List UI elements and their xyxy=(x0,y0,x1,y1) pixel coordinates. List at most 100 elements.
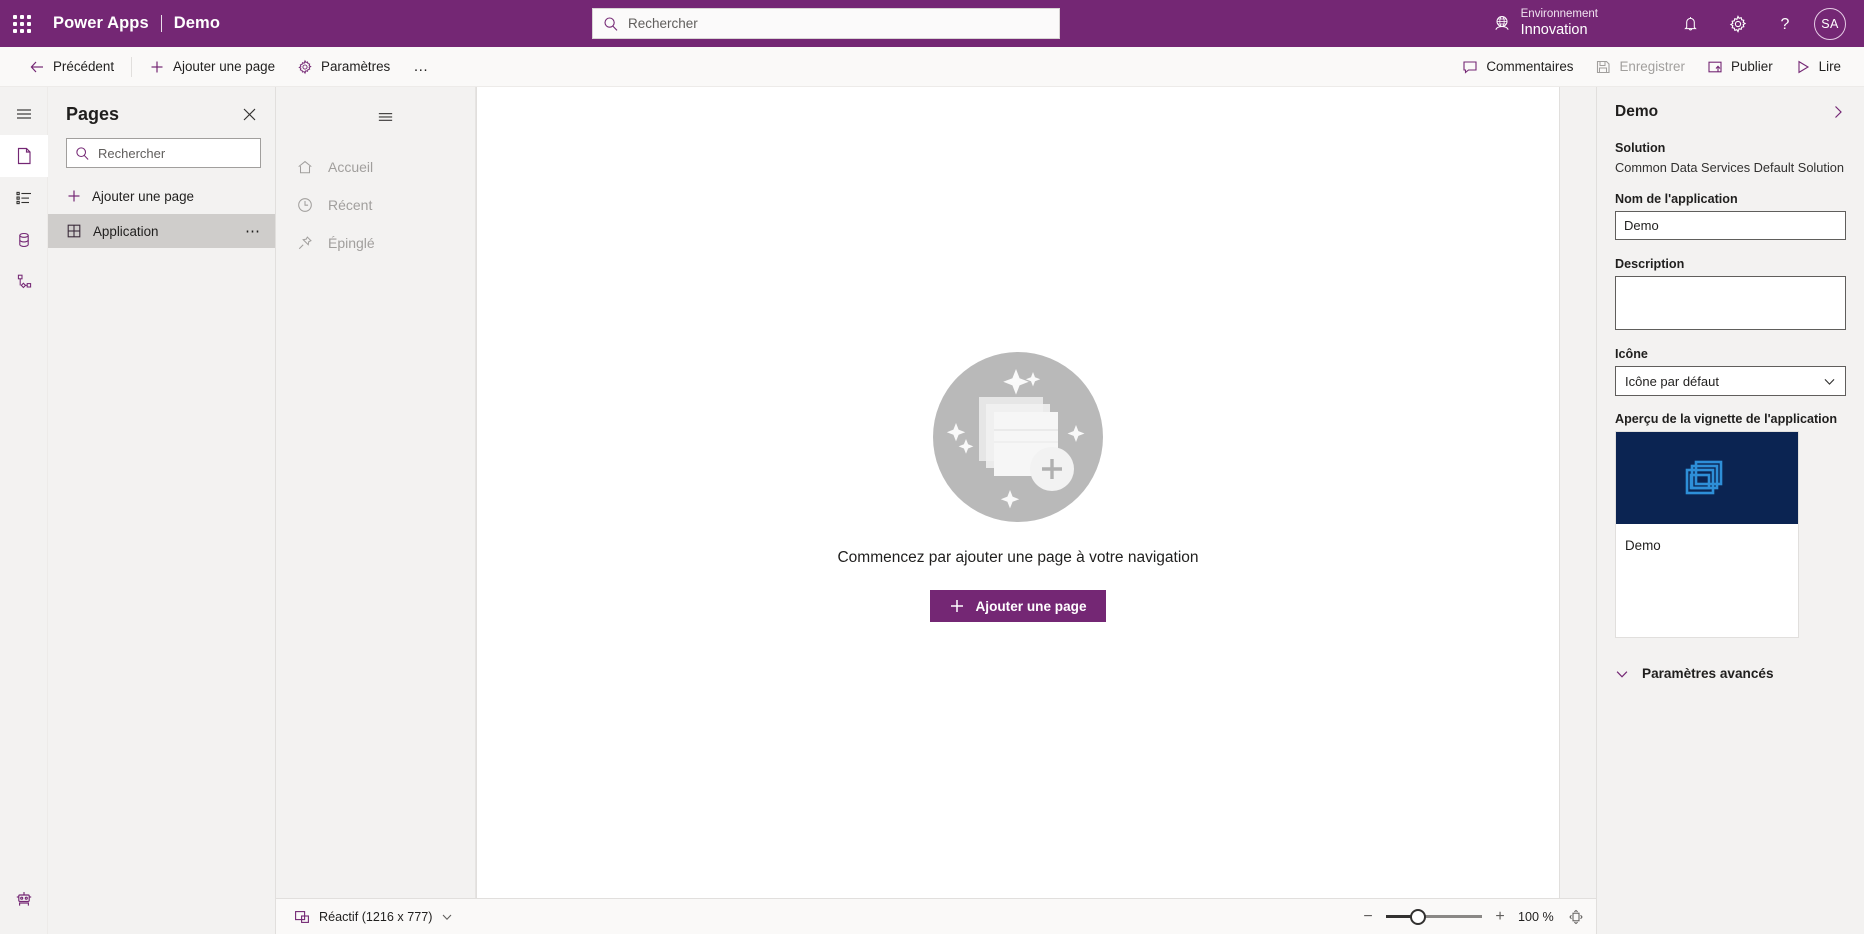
zoom-controls: − + 100 % xyxy=(1360,908,1584,926)
app-nav-collapse-button[interactable] xyxy=(276,101,475,148)
zoom-slider-track xyxy=(1418,915,1482,918)
app-launcher-button[interactable] xyxy=(0,0,44,47)
fit-to-screen-icon xyxy=(1568,909,1584,925)
pages-search-input[interactable] xyxy=(98,145,252,161)
zoom-in-button[interactable]: + xyxy=(1492,908,1508,926)
rail-item-data[interactable] xyxy=(0,219,48,261)
command-bar: Précédent Ajouter une page Paramètres … … xyxy=(0,47,1864,87)
title-separator xyxy=(160,15,162,32)
chevron-down-icon xyxy=(1615,667,1629,681)
search-input[interactable] xyxy=(628,16,1049,31)
copilot-robot-icon xyxy=(13,888,35,910)
avatar[interactable]: SA xyxy=(1814,7,1846,40)
publish-button[interactable]: Publier xyxy=(1696,50,1784,84)
hamburger-menu-icon xyxy=(296,107,475,126)
close-pages-panel-button[interactable] xyxy=(238,103,261,126)
rail-item-pages[interactable] xyxy=(0,135,48,177)
advanced-settings-toggle[interactable]: Paramètres avancés xyxy=(1615,660,1846,687)
top-brand-bar: Power Apps Demo Environnement Innovation xyxy=(0,0,1864,47)
app-grid-icon xyxy=(66,223,82,239)
pin-icon xyxy=(296,234,314,252)
empty-state-add-page-button[interactable]: Ajouter une page xyxy=(930,590,1106,622)
app-name-field[interactable] xyxy=(1615,211,1846,240)
comment-icon xyxy=(1462,59,1478,75)
icon-dropdown[interactable]: Icône par défaut xyxy=(1615,366,1846,396)
empty-state: Commencez par ajouter une page à votre n… xyxy=(837,347,1199,622)
pages-add-page-link[interactable]: Ajouter une page xyxy=(48,178,275,214)
rail-item-automation[interactable] xyxy=(0,261,48,303)
screen-size-label: Réactif (1216 x 777) xyxy=(319,909,433,924)
pages-search[interactable] xyxy=(66,138,261,168)
play-button[interactable]: Lire xyxy=(1784,50,1852,84)
rail-item-copilot[interactable] xyxy=(0,878,48,920)
app-nav-item-label: Accueil xyxy=(328,159,374,175)
stacked-pages-add-illustration xyxy=(928,347,1108,527)
close-icon xyxy=(242,107,257,122)
chevron-down-icon xyxy=(441,911,453,923)
rail-item-navigation[interactable] xyxy=(0,177,48,219)
zoom-out-button[interactable]: − xyxy=(1360,908,1376,926)
environment-selector[interactable]: Environnement Innovation xyxy=(1492,0,1598,47)
ellipsis-icon: … xyxy=(413,58,429,75)
svg-text:?: ? xyxy=(1780,16,1789,33)
clock-icon xyxy=(296,196,314,214)
icon-label: Icône xyxy=(1615,347,1648,361)
hamburger-menu-icon xyxy=(14,104,34,124)
avatar-initials: SA xyxy=(1821,16,1839,31)
app-canvas[interactable]: Commencez par ajouter une page à votre n… xyxy=(476,87,1560,898)
status-bar: Réactif (1216 x 777) − + 100 % xyxy=(276,898,1596,934)
app-nav-item-home[interactable]: Accueil xyxy=(276,148,475,186)
left-rail xyxy=(0,87,48,934)
gear-icon xyxy=(297,59,313,75)
back-button-label: Précédent xyxy=(53,59,115,74)
app-nav-item-pinned[interactable]: Épinglé xyxy=(276,224,475,262)
brand-title[interactable]: Power Apps Demo xyxy=(53,14,220,33)
page-icon xyxy=(14,146,34,166)
settings-command-label: Paramètres xyxy=(321,59,391,74)
canvas-area: Accueil Récent Épinglé Commencez par ajo… xyxy=(276,87,1596,934)
rail-item-menu[interactable] xyxy=(0,93,48,135)
save-button[interactable]: Enregistrer xyxy=(1584,50,1696,84)
description-label: Description xyxy=(1615,257,1685,271)
screen-size-selector[interactable]: Réactif (1216 x 777) xyxy=(286,905,461,929)
app-preview-navigation: Accueil Récent Épinglé xyxy=(276,87,476,898)
global-search[interactable] xyxy=(592,8,1060,39)
fit-to-screen-button[interactable] xyxy=(1568,909,1584,925)
header-actions: ? SA xyxy=(1667,0,1854,47)
overflow-menu-button[interactable]: … xyxy=(401,50,440,84)
description-field[interactable] xyxy=(1615,276,1846,330)
zoom-slider[interactable] xyxy=(1386,908,1482,925)
app-tile-preview: Demo xyxy=(1615,431,1799,638)
solution-value: Common Data Services Default Solution xyxy=(1615,160,1845,175)
collapse-properties-button[interactable] xyxy=(1830,104,1846,120)
app-nav-item-recent[interactable]: Récent xyxy=(276,186,475,224)
notifications-button[interactable] xyxy=(1667,0,1714,47)
gear-icon xyxy=(1728,14,1748,34)
empty-state-message: Commencez par ajouter une page à votre n… xyxy=(837,549,1199,566)
comments-button[interactable]: Commentaires xyxy=(1451,50,1584,84)
add-page-button[interactable]: Ajouter une page xyxy=(138,50,286,84)
globe-icon xyxy=(1492,14,1512,34)
chevron-down-icon xyxy=(1823,375,1836,388)
empty-state-add-page-label: Ajouter une page xyxy=(975,598,1087,614)
play-icon xyxy=(1795,59,1811,75)
help-button[interactable]: ? xyxy=(1761,0,1808,47)
pages-panel-title: Pages xyxy=(66,104,120,124)
zoom-level-label: 100 % xyxy=(1518,909,1554,924)
page-tree-item-more-button[interactable]: ⋯ xyxy=(245,222,261,240)
app-name-title: Demo xyxy=(173,14,220,32)
plus-icon xyxy=(949,598,965,614)
publish-button-label: Publier xyxy=(1730,59,1773,74)
settings-button[interactable] xyxy=(1714,0,1761,47)
pages-add-page-label: Ajouter une page xyxy=(92,188,194,204)
page-tree-item-application[interactable]: Application ⋯ xyxy=(48,214,275,248)
zoom-slider-thumb[interactable] xyxy=(1410,908,1426,925)
save-icon xyxy=(1595,59,1611,75)
publish-icon xyxy=(1707,59,1723,75)
back-button[interactable]: Précédent xyxy=(18,50,125,84)
settings-command-button[interactable]: Paramètres xyxy=(286,50,401,84)
automation-flow-icon xyxy=(14,272,34,292)
app-window-stack-icon xyxy=(1684,458,1730,498)
solution-label: Solution xyxy=(1615,141,1666,155)
properties-panel: Demo Solution Common Data Services Defau… xyxy=(1596,87,1864,934)
